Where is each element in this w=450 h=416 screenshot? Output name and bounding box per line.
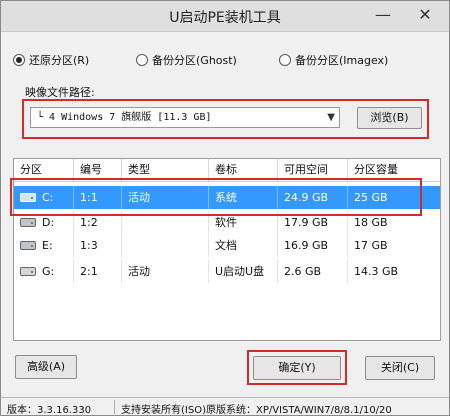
cell-size: 17 GB — [354, 239, 388, 252]
cell-label: 文档 — [209, 234, 278, 257]
highlight-box-image-path — [22, 99, 429, 139]
status-bar: 版本：3.3.16.330 支持安装所有(ISO)原版系统：XP/VISTA/W… — [1, 397, 449, 416]
radio-restore-partition[interactable]: 还原分区(R) — [13, 51, 89, 69]
radio-backup-imagex[interactable]: 备份分区(Imagex) — [279, 51, 388, 69]
radio-selected-icon — [13, 54, 25, 66]
minimize-button[interactable]: — — [363, 3, 403, 27]
radio-unselected-icon — [136, 54, 148, 66]
cell-number: 1:3 — [74, 234, 122, 257]
table-row[interactable]: G: 2:1 活动 U启动U盘 2.6 GB 14.3 GB — [14, 260, 440, 283]
highlight-box-selected-partition — [10, 178, 422, 216]
window-close-button[interactable]: ✕ — [405, 3, 445, 27]
radio-backup-ghost[interactable]: 备份分区(Ghost) — [136, 51, 237, 69]
cell-drive: E: — [14, 234, 74, 257]
advanced-button[interactable]: 高级(A) — [15, 355, 77, 379]
cell-type: 活动 — [122, 260, 209, 283]
highlight-box-ok-button — [247, 350, 347, 385]
radio-label: 备份分区(Imagex) — [295, 54, 389, 67]
radio-unselected-icon — [279, 54, 291, 66]
version-text: 版本：3.3.16.330 — [7, 405, 92, 416]
close-button[interactable]: 关闭(C) — [365, 356, 435, 380]
installer-window: U启动PE装机工具 — ✕ 还原分区(R) 备份分区(Ghost) 备份分区(I… — [0, 0, 450, 416]
cell-drive: G: — [14, 260, 74, 283]
status-divider — [114, 400, 115, 414]
radio-label: 还原分区(R) — [29, 54, 90, 67]
support-text: 支持安装所有(ISO)原版系统：XP/VISTA/WIN7/8/8.1/10/2… — [121, 405, 392, 416]
cell-free-space: 2.6 GB — [278, 260, 348, 283]
cell-free-space: 16.9 GB — [278, 234, 348, 257]
cell-type — [122, 234, 209, 257]
table-row[interactable]: E: 1:3 文档 16.9 GB 17 GB — [14, 234, 440, 257]
image-path-label: 映像文件路径: — [25, 86, 95, 99]
cell-label: U启动U盘 — [209, 260, 278, 283]
cell-number: 2:1 — [74, 260, 122, 283]
cell-size: 14.3 GB — [354, 265, 399, 278]
title-bar: U启动PE装机工具 — ✕ — [1, 1, 449, 32]
radio-label: 备份分区(Ghost) — [152, 54, 237, 67]
